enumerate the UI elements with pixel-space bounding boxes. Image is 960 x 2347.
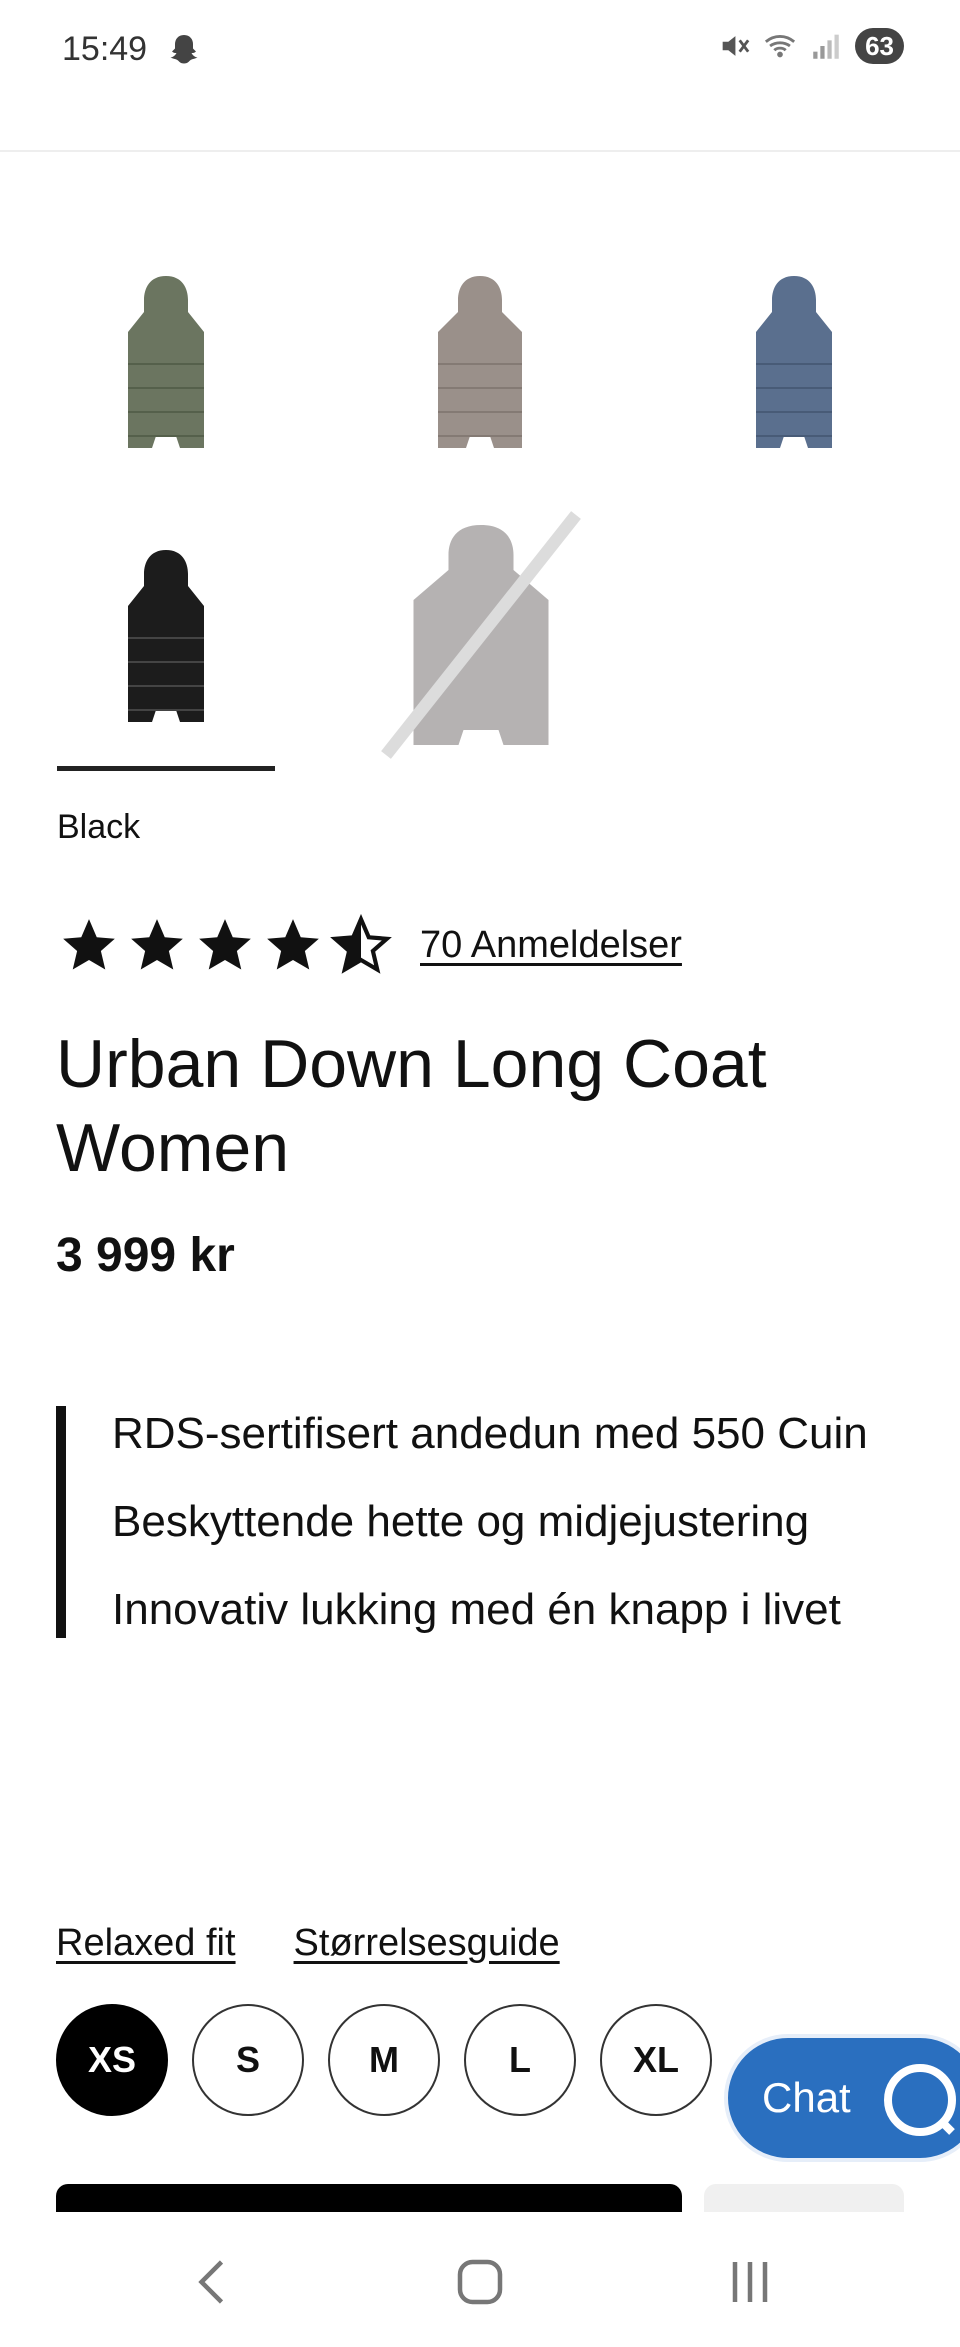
color-swatch-blue[interactable] [684,244,904,484]
size-option-xs[interactable]: XS [56,2004,168,2116]
fit-links: Relaxed fit Størrelsesguide [56,1922,560,1965]
size-guide-link[interactable]: Størrelsesguide [294,1922,560,1965]
star-full-icon [131,919,183,970]
size-option-xl[interactable]: XL [600,2004,712,2116]
back-icon[interactable] [184,2252,244,2312]
home-icon[interactable] [450,2252,510,2312]
fit-info-link[interactable]: Relaxed fit [56,1922,236,1965]
feature-list: RDS-sertifisert andedun med 550 Cuin Bes… [56,1406,876,1638]
product-title: Urban Down Long Coat Women [56,1026,767,1186]
color-swatch-green[interactable] [56,244,276,484]
wishlist-button[interactable] [704,2184,904,2214]
reviews-link[interactable]: 70 Anmeldelser [420,924,682,967]
chat-button[interactable]: Chat [724,2034,960,2162]
ghost-icon [170,35,198,64]
mute-icon [722,36,750,56]
status-icons: 63 [717,28,904,64]
star-full-icon [63,919,115,970]
rating: 70 Anmeldelser [58,914,682,976]
size-option-m[interactable]: M [328,2004,440,2116]
size-selector: XS S M L XL [56,2004,712,2116]
coat-image [128,276,204,448]
status-time: 15:49 [62,30,148,68]
coat-image [756,276,832,448]
header-divider [0,150,960,152]
recents-icon[interactable] [720,2252,780,2312]
wifi-icon [765,35,796,58]
coat-image [438,276,522,448]
feature-item: Innovativ lukking med én knapp i livet [112,1585,841,1634]
color-swatch-taupe[interactable] [370,244,590,484]
selected-swatch-indicator [57,766,275,771]
add-to-cart-button[interactable] [56,2184,682,2214]
selected-color-label: Black [57,808,141,846]
feature-item: RDS-sertifisert andedun med 550 Cuin [112,1409,868,1458]
color-swatch-grey-unavailable[interactable] [356,500,606,770]
status-bar: 15:49 63 [0,0,960,100]
star-full-icon [267,919,319,970]
product-price: 3 999 kr [56,1229,235,1282]
system-nav-bar [0,2212,960,2347]
coat-image-unavailable [381,511,581,759]
coat-image [128,550,204,722]
chat-bubble-icon [884,2064,956,2136]
chat-label: Chat [762,2074,851,2121]
star-full-icon [199,919,251,970]
star-half-icon [330,914,392,974]
size-option-l[interactable]: L [464,2004,576,2116]
battery-indicator: 63 [855,28,904,64]
color-swatch-black[interactable] [56,518,276,758]
feature-item: Beskyttende hette og midjejustering [112,1497,810,1546]
signal-icon [813,34,839,59]
size-option-s[interactable]: S [192,2004,304,2116]
